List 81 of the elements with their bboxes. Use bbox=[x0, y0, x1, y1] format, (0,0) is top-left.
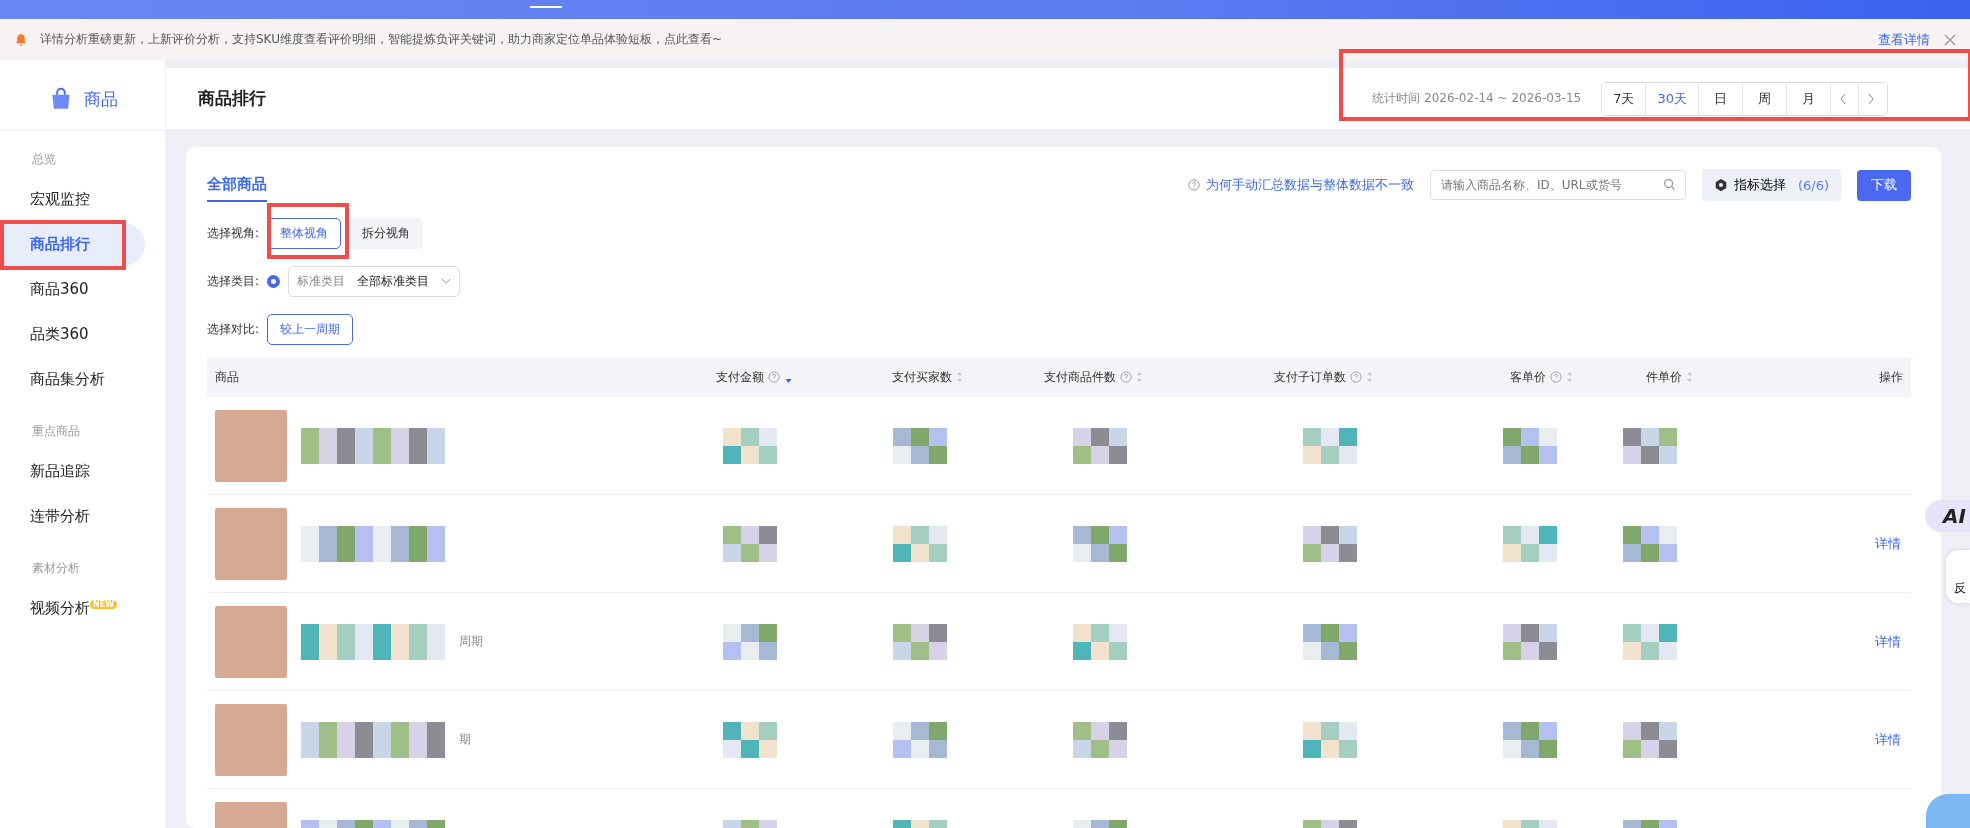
pixelated-block bbox=[1303, 623, 1357, 660]
pixelated-block bbox=[1503, 721, 1557, 758]
pixelated-block bbox=[1303, 721, 1357, 758]
help-link[interactable]: 为何手动汇总数据与整体数据不一致 bbox=[1187, 176, 1414, 194]
pixelated-block bbox=[1503, 525, 1557, 562]
chevron-down-icon bbox=[441, 277, 452, 285]
search-field[interactable]: 请输入商品名称、ID、URL或货号 bbox=[1429, 170, 1686, 200]
column-heading: 件单价 bbox=[1587, 368, 1707, 386]
details-link[interactable]: 详情 bbox=[1875, 632, 1901, 651]
help-icon bbox=[1120, 371, 1132, 383]
pixelated-block bbox=[723, 623, 777, 660]
pixelated-block bbox=[1503, 623, 1557, 660]
bell-icon bbox=[14, 32, 28, 47]
pixelated-block bbox=[1303, 525, 1357, 562]
all-products-tab[interactable]: 全部商品 bbox=[207, 168, 267, 202]
mascot-icon[interactable] bbox=[1926, 794, 1970, 828]
details-link[interactable]: 详情 bbox=[1875, 730, 1901, 749]
sidebar-item[interactable]: 宏观监控 bbox=[0, 178, 165, 221]
help-icon bbox=[768, 371, 780, 383]
settings-icon bbox=[1713, 178, 1728, 192]
category-select[interactable]: 标准类目 全部标准类目 bbox=[288, 265, 461, 297]
pixelated-block bbox=[1073, 623, 1127, 660]
pixelated-block bbox=[1303, 427, 1357, 464]
help-icon bbox=[1350, 371, 1362, 383]
pixelated-block bbox=[723, 427, 777, 464]
page-title: 商品排行 bbox=[198, 87, 267, 110]
product-text: 期 bbox=[459, 731, 471, 748]
pixelated-block bbox=[1623, 427, 1677, 464]
date-range-label: 统计时间 2026-02-14 ~ 2026-03-15 bbox=[1372, 90, 1582, 107]
radio-button[interactable] bbox=[267, 274, 281, 288]
column-heading: 操作 bbox=[1878, 368, 1904, 386]
close-icon[interactable] bbox=[1944, 33, 1956, 46]
pixelated-block bbox=[1623, 525, 1677, 562]
column-heading: 支付买家数 bbox=[807, 368, 977, 386]
chevron-left-icon bbox=[1839, 92, 1847, 105]
filter-label: 选择对比: bbox=[207, 320, 260, 338]
brand-title: 商品 bbox=[83, 87, 118, 111]
section-title: 总览 bbox=[31, 151, 57, 168]
range-tab[interactable]: 7天 bbox=[1602, 82, 1647, 115]
section-title: 素材分析 bbox=[31, 560, 81, 577]
sidebar-item[interactable]: 视频分析 $^{NEW}$ bbox=[0, 587, 165, 630]
product-text: 周期 bbox=[459, 633, 483, 650]
filter-label: 选择视角: bbox=[207, 224, 260, 242]
download-button[interactable]: 下载 bbox=[1857, 169, 1911, 201]
column-heading: 支付商品件数 bbox=[977, 368, 1157, 386]
pixelated-block bbox=[893, 721, 947, 758]
pixelated-block bbox=[1073, 427, 1127, 464]
pixelated-block bbox=[1503, 427, 1557, 464]
filter-label: 选择类目: bbox=[207, 272, 260, 290]
sidebar-item[interactable]: 商品360 bbox=[0, 268, 165, 311]
column-heading: 商品 bbox=[214, 368, 240, 386]
feedback-button[interactable]: 反 bbox=[1946, 550, 1970, 603]
details-link[interactable]: 详情 bbox=[1875, 534, 1901, 553]
option-button[interactable]: 拆分视角 bbox=[349, 217, 424, 249]
sidebar-item[interactable]: 品类360 bbox=[0, 313, 165, 356]
pixelated-block bbox=[893, 623, 947, 660]
notice-text: 详情分析重磅更新，上新评价分析，支持SKU维度查看评价明细，智能提炼负评关键词，助力商家定位单品体验短板，点此查看~ bbox=[40, 31, 723, 48]
pixelated-block bbox=[893, 427, 947, 464]
metric-select-button[interactable]: 指标选择 (6/6) bbox=[1701, 169, 1841, 201]
search-icon bbox=[1662, 178, 1676, 191]
sidebar-item[interactable]: 商品集分析 bbox=[0, 358, 165, 401]
pixelated-block bbox=[1073, 721, 1127, 758]
sidebar-item[interactable]: 新品追踪 bbox=[0, 450, 165, 493]
chevron-right-icon bbox=[1867, 92, 1875, 105]
column-heading: 支付金额 bbox=[647, 368, 807, 386]
sidebar-item[interactable]: 连带分析 bbox=[0, 495, 165, 538]
pixelated-block bbox=[1623, 721, 1677, 758]
option-button[interactable]: 较上一周期 bbox=[267, 313, 354, 345]
column-heading: 客单价 bbox=[1387, 368, 1587, 386]
help-icon bbox=[1187, 179, 1200, 191]
pixelated-block bbox=[1073, 525, 1127, 562]
pixelated-block bbox=[723, 721, 777, 758]
column-heading: 支付子订单数 bbox=[1157, 368, 1387, 386]
pixelated-block bbox=[893, 525, 947, 562]
ai-assistant-button[interactable]: AI bbox=[1925, 500, 1970, 532]
pixelated-block bbox=[1623, 623, 1677, 660]
new-badge: NEW bbox=[90, 600, 117, 609]
pixelated-block bbox=[723, 525, 777, 562]
section-title: 重点商品 bbox=[31, 423, 81, 440]
help-icon bbox=[1550, 371, 1562, 383]
details-link[interactable]: 查看详情 bbox=[1878, 30, 1930, 49]
